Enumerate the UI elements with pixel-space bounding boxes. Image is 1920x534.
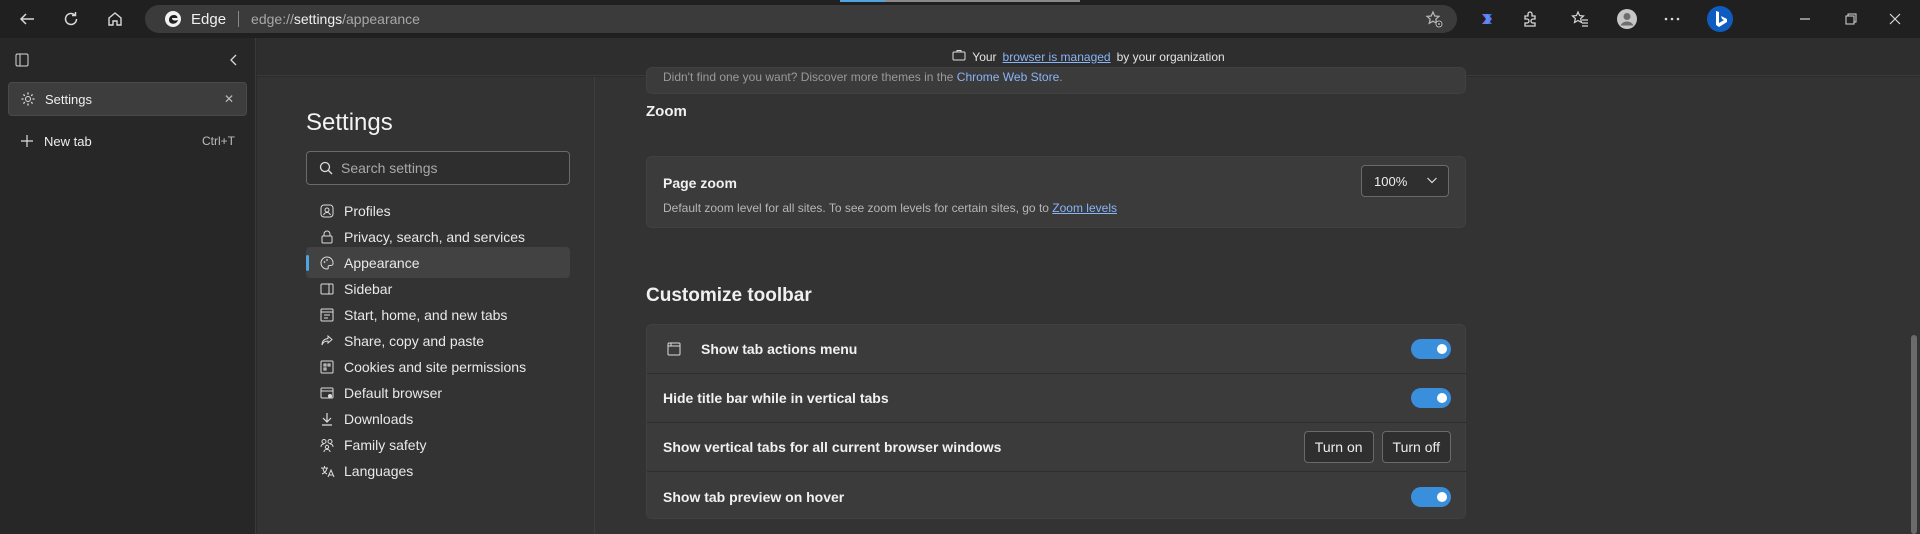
address-bar[interactable]: Edge edge://settings/appearance	[145, 5, 1457, 33]
tab-label: Settings	[45, 91, 92, 107]
tab-strip-indicator-active	[840, 0, 885, 2]
setting-label: Hide title bar while in vertical tabs	[663, 390, 889, 406]
search-icon	[311, 161, 341, 175]
chevron-down-icon	[1426, 174, 1438, 189]
search-input[interactable]	[341, 160, 561, 176]
browser-name: Edge	[191, 10, 227, 28]
copilot-icon[interactable]	[1472, 4, 1502, 34]
lock-icon	[310, 229, 344, 245]
setting-row-tab-preview: Show tab preview on hover	[647, 472, 1467, 521]
tab-actions-toggle[interactable]	[1411, 339, 1451, 359]
turn-off-button[interactable]: Turn off	[1381, 431, 1451, 463]
settings-page: Settings Profiles Privacy, search, and s…	[257, 67, 1920, 534]
restore-icon[interactable]	[1836, 4, 1866, 34]
customize-toolbar-card: Show tab actions menu Hide title bar whi…	[646, 324, 1467, 521]
profile-avatar-icon[interactable]	[1612, 4, 1642, 34]
new-tab-shortcut: Ctrl+T	[202, 134, 235, 148]
new-tab-button[interactable]: New tab Ctrl+T	[8, 124, 247, 158]
bing-icon[interactable]	[1704, 4, 1736, 34]
nav-label: Cookies and site permissions	[344, 358, 527, 375]
customize-toolbar-heading: Customize toolbar	[646, 285, 812, 306]
address-separator	[238, 11, 240, 27]
gear-icon	[15, 91, 41, 107]
url-text[interactable]: edge://settings/appearance	[251, 11, 420, 27]
nav-label: Downloads	[344, 410, 414, 427]
more-options-icon[interactable]	[1657, 4, 1687, 34]
settings-nav: Settings Profiles Privacy, search, and s…	[257, 77, 595, 534]
tab-settings[interactable]: Settings ✕	[8, 82, 247, 116]
zoom-value: 100%	[1374, 173, 1408, 189]
tab-actions-menu-icon[interactable]	[14, 52, 30, 73]
page-zoom-label: Page zoom	[663, 175, 737, 191]
profile-icon	[310, 203, 344, 219]
vertical-tabs-pane: Settings ✕ New tab Ctrl+T	[0, 38, 256, 534]
nav-label: Share, copy and paste	[344, 332, 485, 349]
extensions-icon[interactable]	[1515, 4, 1545, 34]
tab-actions-icon	[663, 341, 685, 357]
refresh-icon[interactable]	[56, 4, 86, 34]
setting-row-tab-actions: Show tab actions menu	[647, 325, 1467, 374]
setting-label: Show vertical tabs for all current brows…	[663, 439, 1002, 455]
new-tab-label: New tab	[44, 133, 92, 149]
minimize-icon[interactable]	[1790, 4, 1820, 34]
start-page-icon	[310, 307, 344, 323]
page-zoom-card: Page zoom Default zoom level for all sit…	[646, 156, 1466, 228]
nav-label: Start, home, and new tabs	[344, 306, 508, 323]
themes-card: Didn't find one you want? Discover more …	[646, 67, 1466, 94]
plus-icon	[14, 134, 40, 148]
zoom-heading: Zoom	[646, 103, 687, 120]
banner-prefix: Your	[972, 49, 997, 64]
nav-label: Sidebar	[344, 280, 393, 297]
close-tab-icon[interactable]: ✕	[224, 92, 234, 106]
zoom-levels-link[interactable]: Zoom levels	[1052, 201, 1117, 215]
edge-logo-icon	[163, 9, 183, 29]
favorites-icon[interactable]	[1565, 4, 1595, 34]
palette-icon	[310, 255, 344, 271]
setting-label: Show tab actions menu	[701, 341, 858, 357]
default-browser-icon	[310, 385, 344, 401]
download-icon	[310, 411, 344, 427]
languages-icon	[310, 463, 344, 479]
turn-on-button[interactable]: Turn on	[1303, 431, 1374, 463]
page-zoom-description: Default zoom level for all sites. To see…	[663, 201, 1117, 215]
hide-title-bar-toggle[interactable]	[1411, 388, 1451, 408]
nav-label: Privacy, search, and services	[344, 228, 526, 245]
nav-label: Appearance	[344, 254, 420, 271]
briefcase-icon	[952, 49, 966, 64]
search-box[interactable]	[306, 151, 570, 185]
sidebar-icon	[310, 281, 344, 297]
banner-suffix: by your organization	[1116, 49, 1225, 64]
home-icon[interactable]	[100, 4, 130, 34]
nav-label: Family safety	[344, 436, 427, 453]
chrome-web-store-link[interactable]: Chrome Web Store	[957, 70, 1060, 84]
nav-languages[interactable]: Languages	[306, 455, 570, 486]
themes-hint: Didn't find one you want? Discover more …	[663, 70, 1063, 84]
nav-label: Languages	[344, 462, 414, 479]
nav-label: Default browser	[344, 384, 443, 401]
nav-label: Profiles	[344, 202, 391, 219]
add-favorite-icon[interactable]	[1423, 9, 1445, 29]
zoom-select[interactable]: 100%	[1361, 165, 1449, 197]
cookies-icon	[310, 359, 344, 375]
browser-managed-link[interactable]: browser is managed	[1003, 50, 1111, 64]
close-window-icon[interactable]	[1880, 4, 1910, 34]
tab-preview-toggle[interactable]	[1411, 486, 1451, 507]
vertical-tabs-header	[8, 50, 248, 70]
share-icon	[310, 333, 344, 349]
settings-content: Didn't find one you want? Discover more …	[596, 67, 1920, 534]
setting-label: Show tab preview on hover	[663, 488, 845, 505]
collapse-pane-icon[interactable]	[226, 52, 242, 73]
page-title: Settings	[306, 109, 393, 136]
setting-row-vertical-tabs: Show vertical tabs for all current brows…	[647, 423, 1467, 472]
page-scrollbar[interactable]	[1911, 335, 1917, 534]
family-icon	[310, 437, 344, 453]
setting-row-hide-title-bar: Hide title bar while in vertical tabs	[647, 374, 1467, 423]
back-icon[interactable]	[12, 4, 42, 34]
title-bar: Edge edge://settings/appearance	[0, 0, 1920, 38]
